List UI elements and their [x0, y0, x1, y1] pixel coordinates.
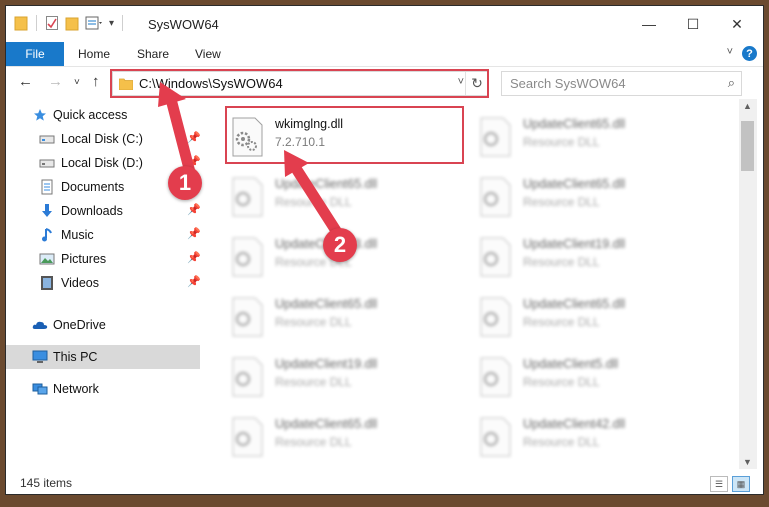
step-2-badge: 2 [323, 228, 357, 262]
step-1-badge: 1 [168, 166, 202, 200]
annotation-arrows [158, 82, 346, 243]
arrow-2 [284, 150, 346, 243]
